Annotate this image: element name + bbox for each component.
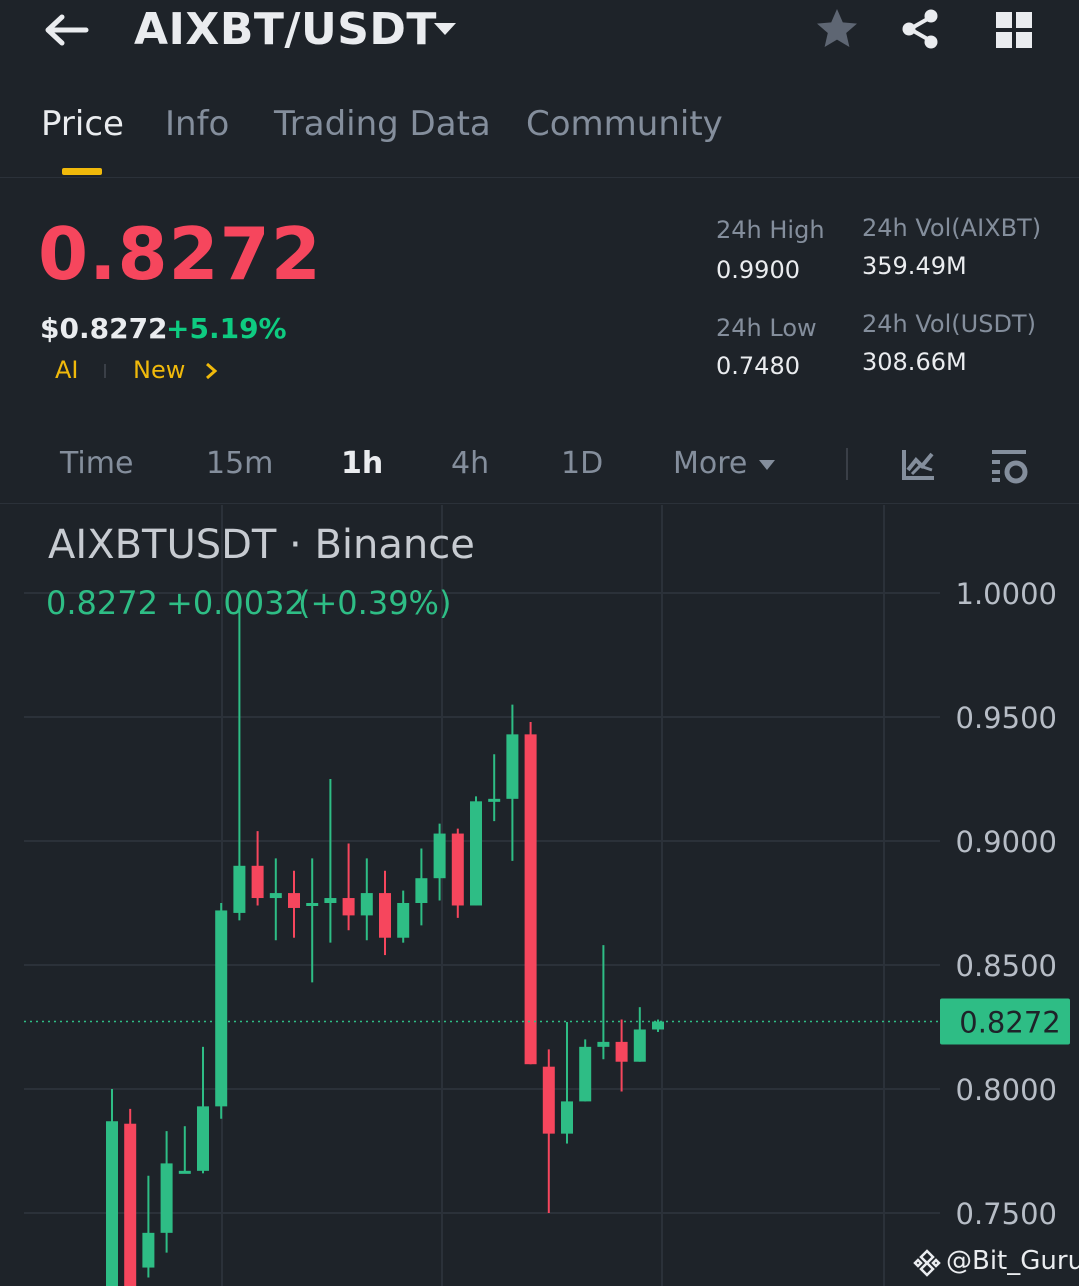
- candle-body: [506, 734, 519, 799]
- candle-body: [124, 1123, 137, 1286]
- candle-body: [397, 903, 410, 938]
- candle-body: [579, 1046, 592, 1102]
- candlestick-chart[interactable]: 1.0000 0.9500 0.9000 0.8500 0.8000 0.7500 0.82…: [0, 505, 1079, 1286]
- candle-body: [197, 1106, 209, 1171]
- back-arrow-icon[interactable]: [42, 8, 90, 52]
- last-price-label: 0.8272: [959, 1006, 1060, 1040]
- candle-body: [360, 893, 373, 916]
- candle-body: [251, 865, 264, 899]
- candle-body: [451, 833, 464, 906]
- candle-body: [470, 801, 482, 906]
- stat-24h-vol-base-value: 359.49M: [862, 252, 967, 280]
- chart-last-price: 0.8272: [46, 584, 158, 622]
- active-tab-indicator: [62, 168, 102, 175]
- divider: [0, 503, 1079, 504]
- watermark: @Bit_Guru: [946, 1246, 1079, 1276]
- more-caret-icon[interactable]: [758, 456, 776, 470]
- divider: [0, 177, 1079, 178]
- y-tick-label: 1.0000: [956, 577, 1057, 611]
- interval-time[interactable]: Time: [60, 446, 133, 481]
- candle-body: [542, 1066, 555, 1134]
- candle-body: [433, 833, 446, 879]
- candle-body: [142, 1232, 155, 1268]
- binance-logo-icon: [912, 1248, 942, 1278]
- indicator-chart-icon[interactable]: [898, 444, 940, 486]
- candle-body: [488, 798, 501, 802]
- candle-body: [561, 1101, 573, 1134]
- interval-more[interactable]: More: [673, 446, 747, 481]
- y-tick-label: 0.7500: [956, 1197, 1057, 1231]
- stat-24h-high-label: 24h High: [716, 216, 825, 244]
- stat-24h-vol-base-label: 24h Vol(AIXBT): [862, 214, 1042, 242]
- interval-15m[interactable]: 15m: [206, 446, 273, 481]
- chevron-right-icon[interactable]: [204, 362, 218, 380]
- pair-dropdown-caret-icon[interactable]: [432, 20, 458, 38]
- usd-price: $0.8272: [40, 312, 168, 345]
- candle-body: [342, 898, 355, 916]
- stat-24h-low-label: 24h Low: [716, 314, 817, 342]
- interval-1h[interactable]: 1h: [341, 446, 383, 481]
- grid-menu-icon[interactable]: [994, 10, 1034, 50]
- candle-body: [160, 1163, 173, 1233]
- candle-body: [633, 1029, 646, 1062]
- candle-body: [215, 910, 228, 1107]
- price-change-percent: +5.19%: [166, 312, 287, 345]
- tab-community[interactable]: Community: [526, 104, 723, 144]
- candle-body: [524, 734, 537, 1065]
- pair-title[interactable]: AIXBT/USDT: [134, 4, 437, 55]
- tab-trading-data[interactable]: Trading Data: [274, 104, 491, 144]
- stat-24h-high-value: 0.9900: [716, 256, 800, 284]
- favorite-star-icon[interactable]: [814, 6, 860, 52]
- candle-body: [597, 1041, 610, 1047]
- candle-body: [415, 878, 428, 903]
- tag-ai[interactable]: AI: [55, 356, 79, 384]
- last-price: 0.8272: [38, 212, 322, 296]
- tag-separator: [104, 364, 106, 378]
- stat-24h-low-value: 0.7480: [716, 352, 800, 380]
- candle-body: [106, 1121, 118, 1286]
- tab-price[interactable]: Price: [41, 104, 124, 144]
- y-tick-label: 0.8500: [956, 949, 1057, 983]
- candle-body: [269, 893, 282, 899]
- candle-body: [652, 1021, 664, 1030]
- y-tick-label: 0.8000: [956, 1073, 1057, 1107]
- candle-body: [178, 1170, 191, 1174]
- candle-body: [288, 893, 300, 908]
- candle-body: [324, 898, 337, 903]
- interval-4h[interactable]: 4h: [451, 446, 489, 481]
- candle-body: [233, 865, 246, 913]
- interval-1d[interactable]: 1D: [561, 446, 603, 481]
- y-tick-label: 0.9500: [956, 701, 1057, 735]
- candle-body: [615, 1041, 628, 1062]
- chart-change: +0.0032: [166, 584, 305, 622]
- stat-24h-vol-quote-label: 24h Vol(USDT): [862, 310, 1036, 338]
- tab-info[interactable]: Info: [165, 104, 229, 144]
- candle-body: [379, 893, 391, 938]
- interval-separator: [846, 448, 848, 480]
- candle-body: [306, 903, 319, 906]
- chart-symbol: AIXBTUSDT · Binance: [48, 522, 475, 568]
- y-tick-label: 0.9000: [956, 825, 1057, 859]
- tag-new[interactable]: New: [133, 356, 185, 384]
- share-icon[interactable]: [898, 6, 944, 52]
- chart-change-percent: (+0.39%): [298, 584, 452, 622]
- stat-24h-vol-quote-value: 308.66M: [862, 348, 967, 376]
- chart-settings-icon[interactable]: [988, 444, 1030, 486]
